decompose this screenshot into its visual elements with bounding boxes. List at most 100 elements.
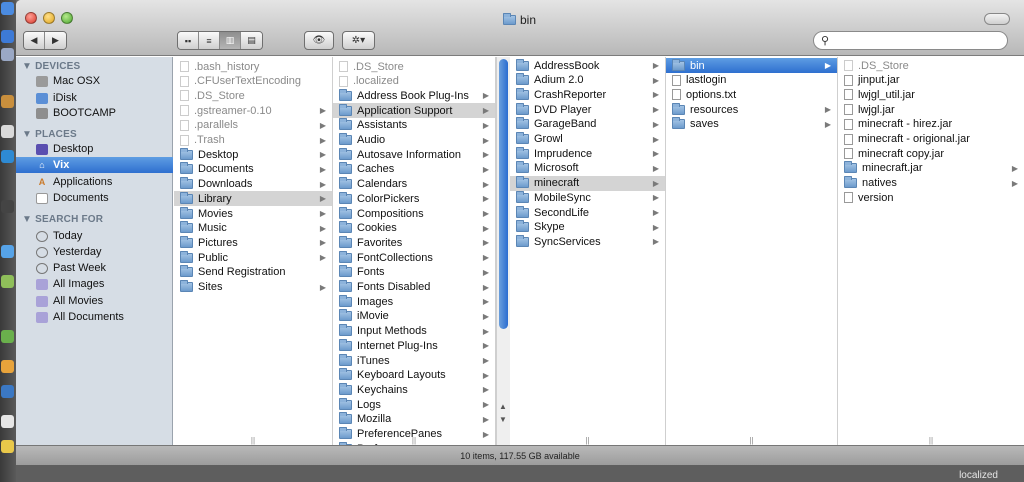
file-row[interactable]: SyncServices ▶: [510, 234, 665, 249]
file-row[interactable]: iTunes ▶: [333, 353, 495, 368]
list-view-button[interactable]: ≡: [199, 32, 220, 49]
minimize-button[interactable]: [43, 12, 55, 24]
file-row[interactable]: Audio ▶: [333, 133, 495, 148]
file-row[interactable]: lwjgl.jar: [838, 102, 1024, 117]
scrollbar-thumb[interactable]: [499, 59, 508, 329]
file-row[interactable]: minecraft ▶: [510, 175, 665, 191]
search-input[interactable]: [813, 31, 1008, 50]
file-row[interactable]: Imprudence ▶: [510, 146, 665, 161]
column-resize-handle[interactable]: ||: [510, 435, 665, 445]
dock-app-icon[interactable]: [1, 95, 14, 108]
file-row[interactable]: .parallels ▶: [174, 118, 332, 133]
file-row[interactable]: .DS_Store: [333, 59, 495, 74]
dock-app-icon[interactable]: [1, 2, 14, 15]
file-row[interactable]: Movies ▶: [174, 206, 332, 221]
file-row[interactable]: Public ▶: [174, 250, 332, 265]
dock-app-icon[interactable]: [1, 360, 14, 373]
file-row[interactable]: .CFUserTextEncoding: [174, 74, 332, 89]
file-row[interactable]: Calendars ▶: [333, 177, 495, 192]
file-row[interactable]: minecraft.jar ▶: [838, 161, 1024, 176]
dock-app-icon[interactable]: [1, 200, 14, 213]
file-row[interactable]: minecraft - hirez.jar: [838, 117, 1024, 132]
file-row[interactable]: .DS_Store: [838, 58, 1024, 73]
sidebar-item-all-images[interactable]: All Images: [16, 276, 173, 292]
file-row[interactable]: SecondLife ▶: [510, 205, 665, 220]
file-row[interactable]: Fonts Disabled ▶: [333, 280, 495, 295]
column-view-button[interactable]: ▥: [220, 32, 241, 49]
dock-app-icon[interactable]: [1, 415, 14, 428]
file-row[interactable]: Documents ▶: [174, 162, 332, 177]
sidebar-item-past-week[interactable]: Past Week: [16, 260, 173, 276]
dock-app-icon[interactable]: [1, 245, 14, 258]
file-row[interactable]: minecraft copy.jar: [838, 146, 1024, 161]
library-scrollbar[interactable]: ▲ ▼: [496, 57, 510, 445]
sidebar-item-vix[interactable]: ⌂ Vix: [16, 157, 173, 173]
file-row[interactable]: Assistants ▶: [333, 118, 495, 133]
file-row[interactable]: CrashReporter ▶: [510, 87, 665, 102]
file-row[interactable]: version: [838, 190, 1024, 205]
file-row[interactable]: Growl ▶: [510, 132, 665, 147]
file-row[interactable]: DVD Player ▶: [510, 102, 665, 117]
back-button[interactable]: ◀: [24, 32, 45, 49]
column-resize-handle[interactable]: ||: [838, 435, 1024, 445]
file-row[interactable]: MobileSync ▶: [510, 190, 665, 205]
file-row[interactable]: saves ▶: [666, 117, 837, 132]
file-row[interactable]: Application Support ▶: [333, 103, 495, 119]
file-row[interactable]: jinput.jar: [838, 73, 1024, 88]
sidebar-item-today[interactable]: Today: [16, 228, 173, 244]
sidebar-item-all-movies[interactable]: All Movies: [16, 293, 173, 309]
file-row[interactable]: .localized: [333, 74, 495, 89]
sidebar-item-applications[interactable]: A Applications: [16, 174, 173, 190]
file-row[interactable]: Microsoft ▶: [510, 161, 665, 176]
file-row[interactable]: GarageBand ▶: [510, 117, 665, 132]
file-row[interactable]: Send Registration: [174, 265, 332, 280]
file-row[interactable]: Library ▶: [174, 191, 332, 207]
sidebar-item-bootcamp[interactable]: BOOTCAMP: [16, 105, 173, 121]
sidebar-item-desktop[interactable]: Desktop: [16, 141, 173, 157]
file-row[interactable]: AddressBook ▶: [510, 58, 665, 73]
dock-app-icon[interactable]: [1, 30, 14, 43]
icon-view-button[interactable]: ▪▪: [178, 32, 199, 49]
quicklook-button[interactable]: 👁: [304, 31, 334, 50]
file-row[interactable]: Music ▶: [174, 221, 332, 236]
dock-app-icon[interactable]: [1, 385, 14, 398]
scroll-up-arrow[interactable]: ▲: [499, 402, 507, 411]
toolbar-toggle-button[interactable]: [984, 13, 1010, 25]
dock-app-icon[interactable]: [1, 48, 14, 61]
file-row[interactable]: lwjgl_util.jar: [838, 87, 1024, 102]
file-row[interactable]: lastlogin: [666, 73, 837, 88]
file-row[interactable]: Caches ▶: [333, 162, 495, 177]
column-resize-handle[interactable]: ||: [666, 435, 837, 445]
file-row[interactable]: Logs ▶: [333, 397, 495, 412]
coverflow-view-button[interactable]: ▤: [241, 32, 262, 49]
file-row[interactable]: PreferencePanes ▶: [333, 427, 495, 442]
file-row[interactable]: bin ▶: [666, 58, 837, 73]
dock-app-icon[interactable]: [1, 150, 14, 163]
sidebar-item-idisk[interactable]: iDisk: [16, 90, 173, 106]
sidebar-item-mac-osx[interactable]: Mac OSX: [16, 73, 173, 89]
dock-app-icon[interactable]: [1, 275, 14, 288]
action-menu-button[interactable]: ✲▾: [342, 31, 375, 50]
dock-app-icon[interactable]: [1, 125, 14, 138]
file-row[interactable]: options.txt: [666, 87, 837, 102]
file-row[interactable]: .gstreamer-0.10 ▶: [174, 103, 332, 118]
file-row[interactable]: Address Book Plug-Ins ▶: [333, 88, 495, 103]
file-row[interactable]: Input Methods ▶: [333, 324, 495, 339]
file-row[interactable]: ColorPickers ▶: [333, 191, 495, 206]
file-row[interactable]: Keyboard Layouts ▶: [333, 368, 495, 383]
column-resize-handle[interactable]: ||: [174, 435, 332, 445]
file-row[interactable]: Mozilla ▶: [333, 412, 495, 427]
file-row[interactable]: Pictures ▶: [174, 235, 332, 250]
sidebar-item-yesterday[interactable]: Yesterday: [16, 244, 173, 260]
file-row[interactable]: Adium 2.0 ▶: [510, 73, 665, 88]
file-row[interactable]: minecraft - origional.jar: [838, 132, 1024, 147]
file-row[interactable]: .bash_history: [174, 59, 332, 74]
file-row[interactable]: Images ▶: [333, 294, 495, 309]
file-row[interactable]: Autosave Information ▶: [333, 147, 495, 162]
file-row[interactable]: Fonts ▶: [333, 265, 495, 280]
sidebar-item-all-documents[interactable]: All Documents: [16, 309, 173, 325]
file-row[interactable]: .DS_Store: [174, 88, 332, 103]
file-row[interactable]: Compositions ▶: [333, 206, 495, 221]
file-row[interactable]: Cookies ▶: [333, 221, 495, 236]
scroll-down-arrow[interactable]: ▼: [499, 415, 507, 424]
